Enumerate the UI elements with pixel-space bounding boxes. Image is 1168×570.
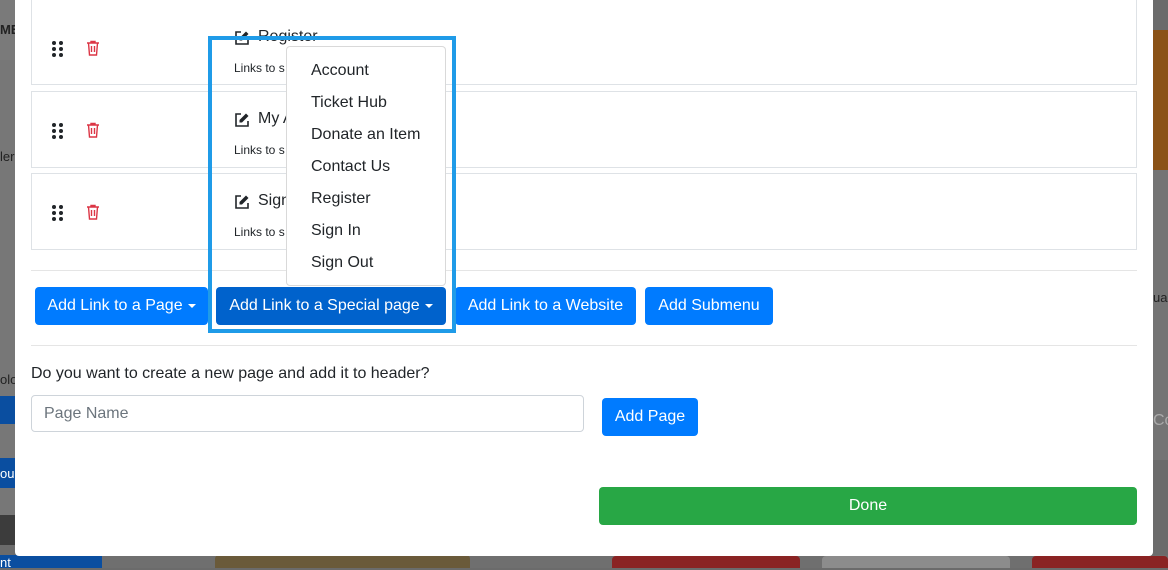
- background-text: ua: [1153, 290, 1168, 305]
- divider: [31, 345, 1137, 346]
- background-button: [0, 555, 102, 568]
- background-button: [1032, 556, 1168, 568]
- drag-handle-icon[interactable]: [52, 41, 64, 57]
- caret-down-icon: [187, 304, 196, 308]
- background-panel: [1153, 30, 1168, 170]
- page-name-input[interactable]: [31, 395, 584, 432]
- trash-icon[interactable]: [86, 122, 100, 138]
- add-page-button[interactable]: Add Page: [602, 398, 698, 436]
- done-button[interactable]: Done: [599, 487, 1137, 525]
- add-link-to-page-label: Add Link to a Page: [47, 297, 183, 314]
- link-row: My A Links to s: [31, 91, 1137, 168]
- background-text: ler: [0, 149, 15, 164]
- add-submenu-button[interactable]: Add Submenu: [645, 287, 773, 325]
- drag-handle-icon[interactable]: [52, 205, 64, 221]
- background-panel: [0, 515, 15, 545]
- background-text: Co: [1153, 412, 1168, 429]
- background-image: [215, 555, 470, 568]
- background-button: [0, 396, 15, 424]
- trash-icon[interactable]: [86, 40, 100, 56]
- add-link-to-website-button[interactable]: Add Link to a Website: [455, 287, 636, 325]
- header-links-modal: Register Links to s My A Links to s Sign…: [15, 0, 1153, 556]
- background-text: ou: [0, 466, 15, 481]
- new-page-question: Do you want to create a new page and add…: [31, 365, 430, 382]
- trash-icon[interactable]: [86, 204, 100, 220]
- divider: [31, 270, 1137, 271]
- link-row: Sign Links to s: [31, 173, 1137, 250]
- add-link-to-page-button[interactable]: Add Link to a Page: [35, 287, 208, 325]
- link-row: Register Links to s: [31, 0, 1137, 85]
- drag-handle-icon[interactable]: [52, 123, 64, 139]
- background-button: [612, 556, 800, 568]
- highlight-frame: [208, 36, 456, 333]
- background-button: [822, 556, 1010, 568]
- background-panel: [0, 60, 15, 520]
